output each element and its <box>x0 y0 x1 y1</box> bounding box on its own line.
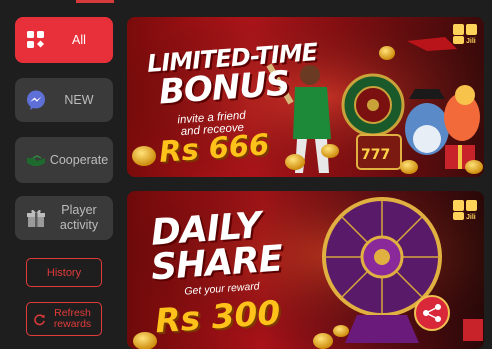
gift-icon <box>23 205 49 231</box>
handshake-icon <box>23 147 49 173</box>
category-label: Cooperate <box>49 152 109 167</box>
category-label: NEW <box>64 92 94 107</box>
logo-text: Jili <box>466 38 476 45</box>
category-player-activity[interactable]: Player activity <box>15 196 113 240</box>
grid-icon <box>23 27 49 53</box>
history-label: History <box>46 266 82 279</box>
jili-logo: Jili <box>452 23 480 49</box>
refresh-label: Refresh rewards <box>53 307 92 330</box>
category-sidebar: All NEW Cooperate Player activity Histor… <box>0 0 122 349</box>
category-label: Player activity <box>59 203 99 232</box>
limited-time-bonus-banner[interactable]: 777 LIMITED-TIME BONUS invite a friend a… <box>127 17 484 177</box>
category-cooperate[interactable]: Cooperate <box>15 137 113 183</box>
category-new[interactable]: NEW <box>15 78 113 122</box>
svg-text:777: 777 <box>361 147 390 163</box>
logo-text: Jili <box>466 214 476 221</box>
daily-share-banner[interactable]: DAILY SHARE Get your reward Rs 300 Jili <box>127 191 484 349</box>
history-button[interactable]: History <box>26 258 102 287</box>
jili-logo: Jili <box>452 199 480 225</box>
refresh-icon <box>33 313 46 326</box>
category-label: All <box>72 32 86 47</box>
messenger-icon <box>23 87 49 113</box>
category-all[interactable]: All <box>15 17 113 63</box>
refresh-rewards-button[interactable]: Refresh rewards <box>26 302 102 336</box>
